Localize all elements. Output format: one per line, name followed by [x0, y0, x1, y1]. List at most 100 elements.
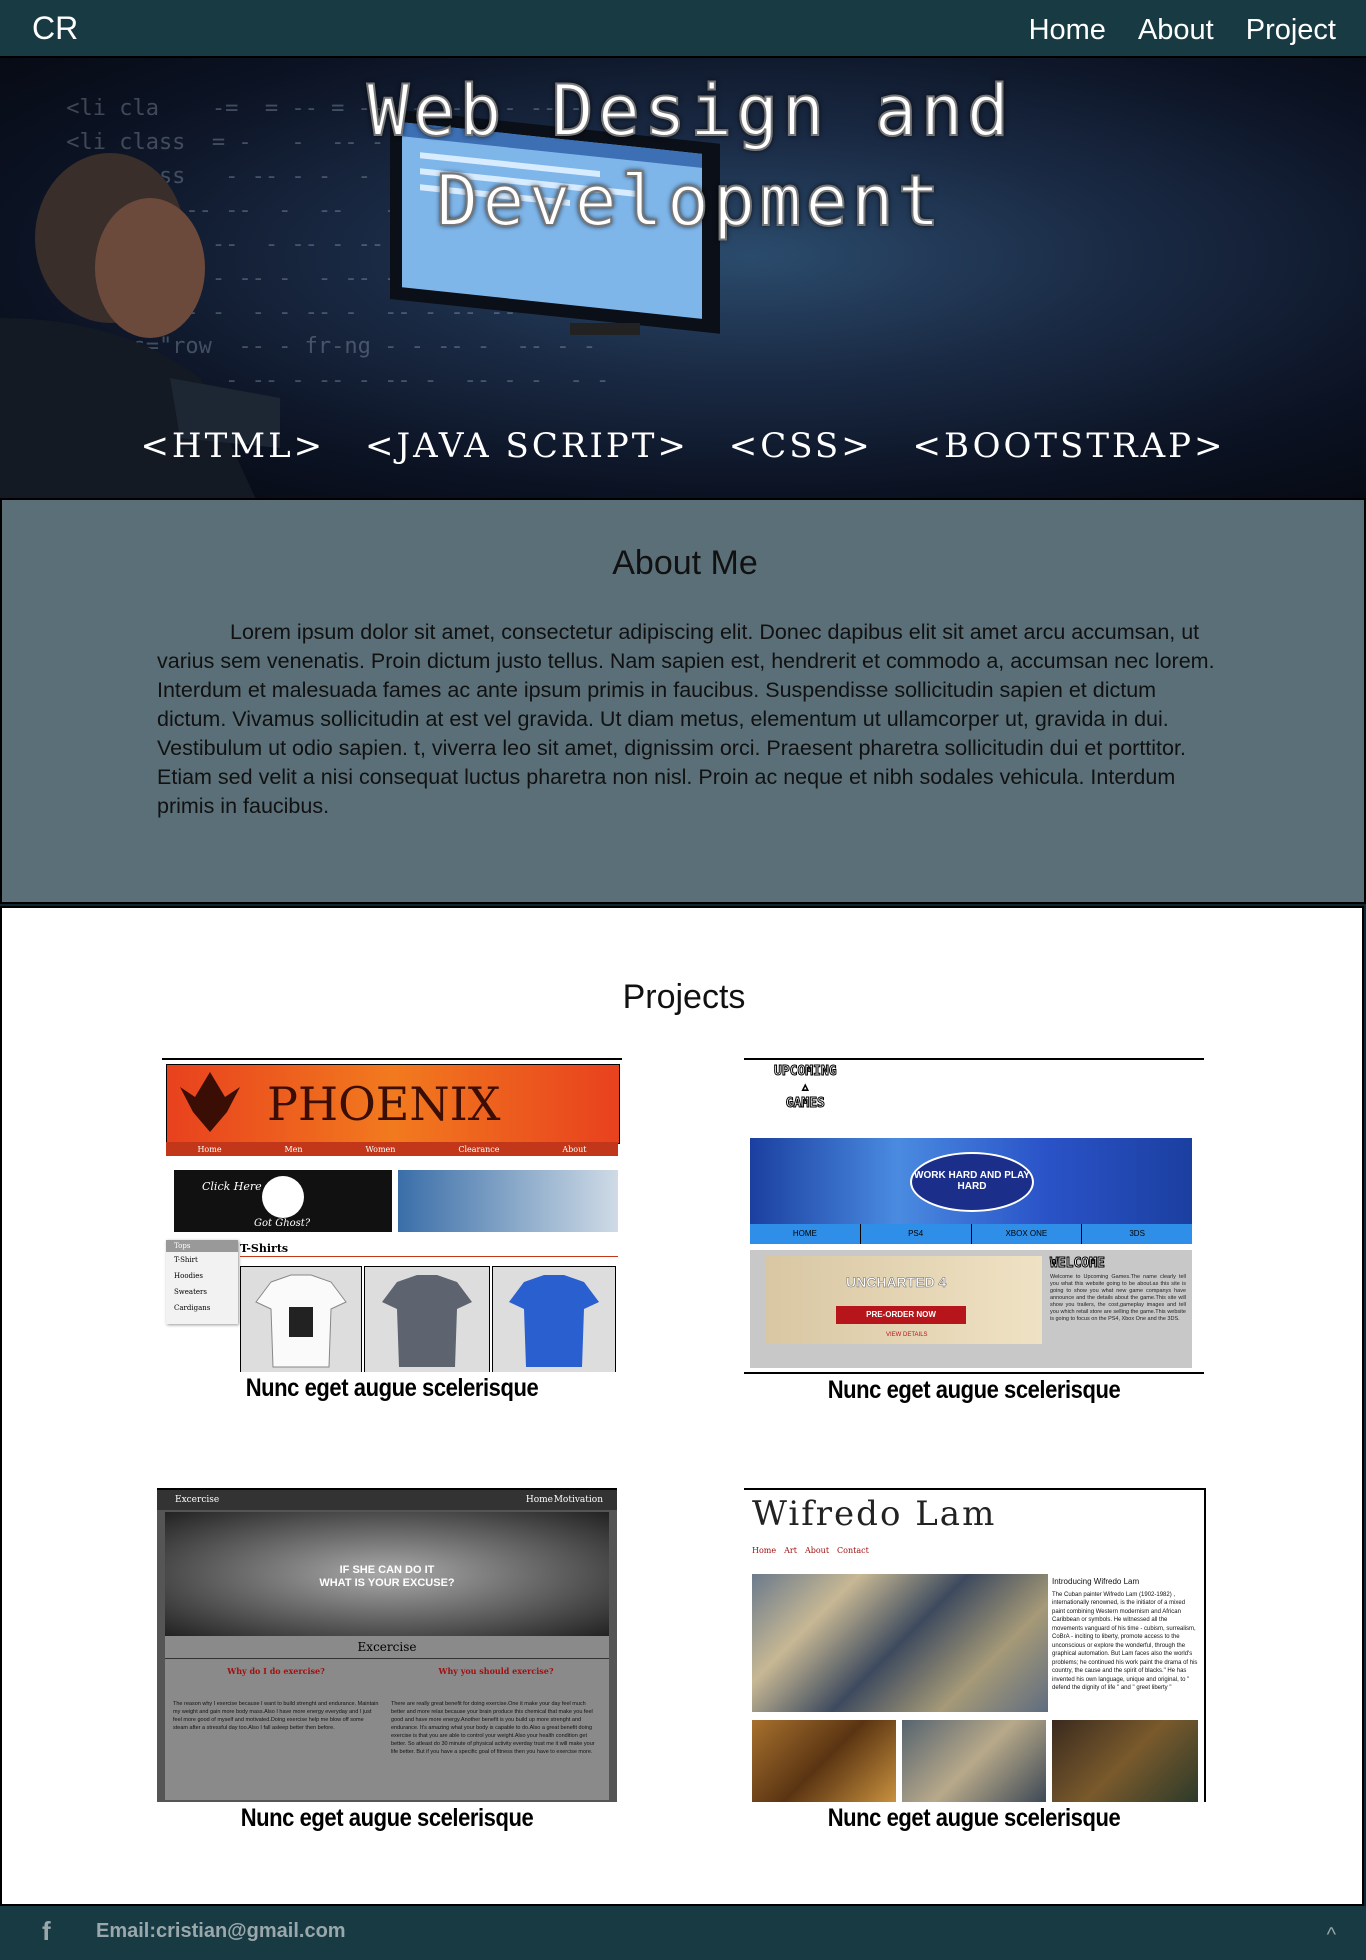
- tshirt-grey[interactable]: [364, 1266, 490, 1372]
- tag-html: <HTML>: [140, 426, 326, 466]
- col1-text: The reason why I exercise because I want…: [173, 1701, 379, 1731]
- sidebar-link[interactable]: T-Shirt: [166, 1252, 238, 1268]
- upcoming-games-logo: UPCOMING △ GAMES: [774, 1064, 838, 1112]
- wifredo-main-painting: [752, 1574, 1048, 1712]
- projects-heading: Projects: [622, 978, 746, 1016]
- sidebar-heading: Tops: [166, 1240, 238, 1252]
- col2-text: There are really great benefit for doing…: [391, 1701, 595, 1755]
- project-card-wifredo-lam[interactable]: Wifredo Lam Home Art About Contact Intro…: [744, 1488, 1206, 1833]
- excercise-site-name[interactable]: Excercise: [175, 1495, 219, 1505]
- projects-section: Projects PHOENIX Home Men Women Clearanc…: [0, 906, 1364, 1906]
- project-thumbnail[interactable]: Wifredo Lam Home Art About Contact Intro…: [744, 1488, 1206, 1802]
- excercise-navbar: Excercise Home Motivation: [157, 1490, 617, 1510]
- footer: f Email:cristian@gmail.com ^: [0, 1906, 1366, 1960]
- games-menu-item[interactable]: PS4: [861, 1224, 972, 1244]
- col2-title: Why you should exercise?: [438, 1666, 554, 1676]
- phoenix-ghost-banner: Click Here Got Ghost?: [174, 1170, 392, 1232]
- nav-links: Home About Project: [1029, 14, 1336, 47]
- preorder-button[interactable]: PRE-ORDER NOW: [836, 1306, 966, 1324]
- phoenix-menu: Home Men Women Clearance About: [166, 1142, 618, 1156]
- welcome-title: WELCOME: [1050, 1256, 1106, 1272]
- hero-line1: IF SHE CAN DO IT: [339, 1564, 435, 1576]
- banner-bottom-text: Got Ghost?: [254, 1218, 311, 1229]
- wifredo-menu-item[interactable]: Art: [784, 1546, 797, 1555]
- tag-css: <CSS>: [728, 426, 873, 466]
- wifredo-painting-1: [752, 1720, 896, 1802]
- hero-line2: WHAT IS YOUR EXCUSE?: [319, 1577, 455, 1589]
- wifredo-menu: Home Art About Contact: [752, 1546, 869, 1555]
- wifredo-painting-2: [902, 1720, 1046, 1802]
- project-thumbnail[interactable]: UPCOMING △ GAMES WORK HARD AND PLAY HARD…: [744, 1058, 1204, 1374]
- hero-title-line1: Web Design and: [366, 69, 1013, 153]
- tag-bootstrap: <BOOTSTRAP>: [912, 426, 1226, 466]
- hero-title-line2: Development: [435, 159, 944, 243]
- about-section: About Me Lorem ipsum dolor sit amet, con…: [0, 498, 1366, 904]
- uncharted-promo: UNCHARTED 4 PRE-ORDER NOW VIEW DETAILS: [766, 1256, 1042, 1344]
- project-caption: Nunc eget augue scelerisque: [827, 1376, 1121, 1404]
- games-menu-item[interactable]: 3DS: [1082, 1224, 1192, 1244]
- excercise-hero-image: IF SHE CAN DO IT WHAT IS YOUR EXCUSE?: [165, 1512, 609, 1636]
- gamepad-icon: △: [802, 1082, 809, 1094]
- wifredo-painting-3: [1052, 1720, 1198, 1802]
- phoenix-menu-item[interactable]: Clearance: [458, 1145, 499, 1154]
- sidebar-link[interactable]: Cardigans: [166, 1300, 238, 1316]
- tshirt-blue[interactable]: [492, 1266, 616, 1372]
- excercise-hero-text: IF SHE CAN DO IT WHAT IS YOUR EXCUSE?: [165, 1564, 609, 1590]
- about-text: Lorem ipsum dolor sit amet, consectetur …: [157, 620, 1215, 818]
- intro-text: The Cuban painter Wifredo Lam (1902-1982…: [1052, 1591, 1198, 1692]
- tshirt-white[interactable]: [240, 1266, 362, 1372]
- games-content: UNCHARTED 4 PRE-ORDER NOW VIEW DETAILS W…: [750, 1250, 1192, 1368]
- phoenix-menu-item[interactable]: Men: [284, 1145, 302, 1154]
- hero-banner: <li cla -= = -- = -- - - - -- - - <li cl…: [0, 58, 1366, 498]
- excercise-col-1: Why do I do exercise? The reason why I e…: [173, 1666, 379, 1732]
- footer-email[interactable]: Email:cristian@gmail.com: [96, 1920, 346, 1943]
- wifredo-intro: Introducing Wifredo Lam The Cuban painte…: [1052, 1577, 1198, 1693]
- sidebar-link[interactable]: Sweaters: [166, 1284, 238, 1300]
- project-card-upcoming-games[interactable]: UPCOMING △ GAMES WORK HARD AND PLAY HARD…: [744, 1058, 1204, 1405]
- excercise-menu-item[interactable]: Home: [526, 1495, 553, 1505]
- facebook-icon[interactable]: f: [42, 1916, 51, 1947]
- phoenix-logo-icon: [175, 1067, 245, 1137]
- nav-project-link[interactable]: Project: [1246, 14, 1336, 47]
- tag-javascript: <JAVA SCRIPT>: [364, 426, 689, 466]
- project-caption: Nunc eget augue scelerisque: [827, 1804, 1121, 1832]
- col1-title: Why do I do exercise?: [227, 1666, 325, 1676]
- phoenix-sidebar: Tops T-Shirt Hoodies Sweaters Cardigans: [166, 1240, 238, 1324]
- phoenix-menu-item[interactable]: Women: [365, 1145, 395, 1154]
- games-menu-item[interactable]: HOME: [750, 1224, 861, 1244]
- welcome-box: WELCOME Welcome to Upcoming Games.The na…: [1050, 1256, 1187, 1362]
- sidebar-link[interactable]: Hoodies: [166, 1268, 238, 1284]
- hero-title: Web Design and Development: [290, 66, 1090, 246]
- logo-bottom: GAMES: [785, 1096, 825, 1112]
- site-logo[interactable]: CR: [32, 10, 78, 47]
- project-caption: Nunc eget augue scelerisque: [245, 1374, 539, 1402]
- phoenix-menu-item[interactable]: Home: [197, 1145, 221, 1154]
- phoenix-section-title: T-Shirts: [240, 1242, 289, 1255]
- games-banner: WORK HARD AND PLAY HARD: [750, 1138, 1192, 1224]
- phoenix-menu-item[interactable]: About: [562, 1145, 586, 1154]
- welcome-text: Welcome to Upcoming Games.The name clear…: [1050, 1274, 1186, 1322]
- page: CR Home About Project <li cla -= = -- = …: [0, 0, 1366, 1960]
- wifredo-menu-item[interactable]: About: [805, 1546, 829, 1555]
- project-caption: Nunc eget augue scelerisque: [240, 1804, 534, 1832]
- nav-home-link[interactable]: Home: [1029, 14, 1106, 47]
- view-details-link[interactable]: VIEW DETAILS: [886, 1332, 928, 1338]
- wifredo-menu-item[interactable]: Contact: [837, 1546, 869, 1555]
- hero-tech-tags: <HTML> <JAVA SCRIPT> <CSS> <BOOTSTRAP>: [0, 426, 1366, 466]
- excercise-menu-item[interactable]: Motivation: [554, 1495, 603, 1505]
- phoenix-brand: PHOENIX: [267, 1077, 501, 1131]
- ghost-icon: [262, 1176, 304, 1218]
- nav-about-link[interactable]: About: [1138, 14, 1214, 47]
- games-menu-item[interactable]: XBOX ONE: [972, 1224, 1083, 1244]
- project-thumbnail[interactable]: PHOENIX Home Men Women Clearance About C…: [162, 1058, 622, 1372]
- project-card-excercise[interactable]: Excercise Home Motivation IF SHE CAN DO …: [157, 1488, 617, 1833]
- back-to-top-icon[interactable]: ^: [1327, 1924, 1336, 1947]
- excercise-section-title: Excercise: [165, 1636, 609, 1659]
- project-thumbnail[interactable]: Excercise Home Motivation IF SHE CAN DO …: [157, 1488, 617, 1802]
- wifredo-menu-item[interactable]: Home: [752, 1546, 776, 1555]
- banner-slogan: WORK HARD AND PLAY HARD: [910, 1152, 1034, 1212]
- logo-top: UPCOMING: [774, 1064, 838, 1080]
- project-card-phoenix[interactable]: PHOENIX Home Men Women Clearance About C…: [162, 1058, 622, 1403]
- excercise-col-2: Why you should exercise? There are reall…: [391, 1666, 601, 1756]
- wifredo-site-name[interactable]: Wifredo Lam: [752, 1494, 996, 1534]
